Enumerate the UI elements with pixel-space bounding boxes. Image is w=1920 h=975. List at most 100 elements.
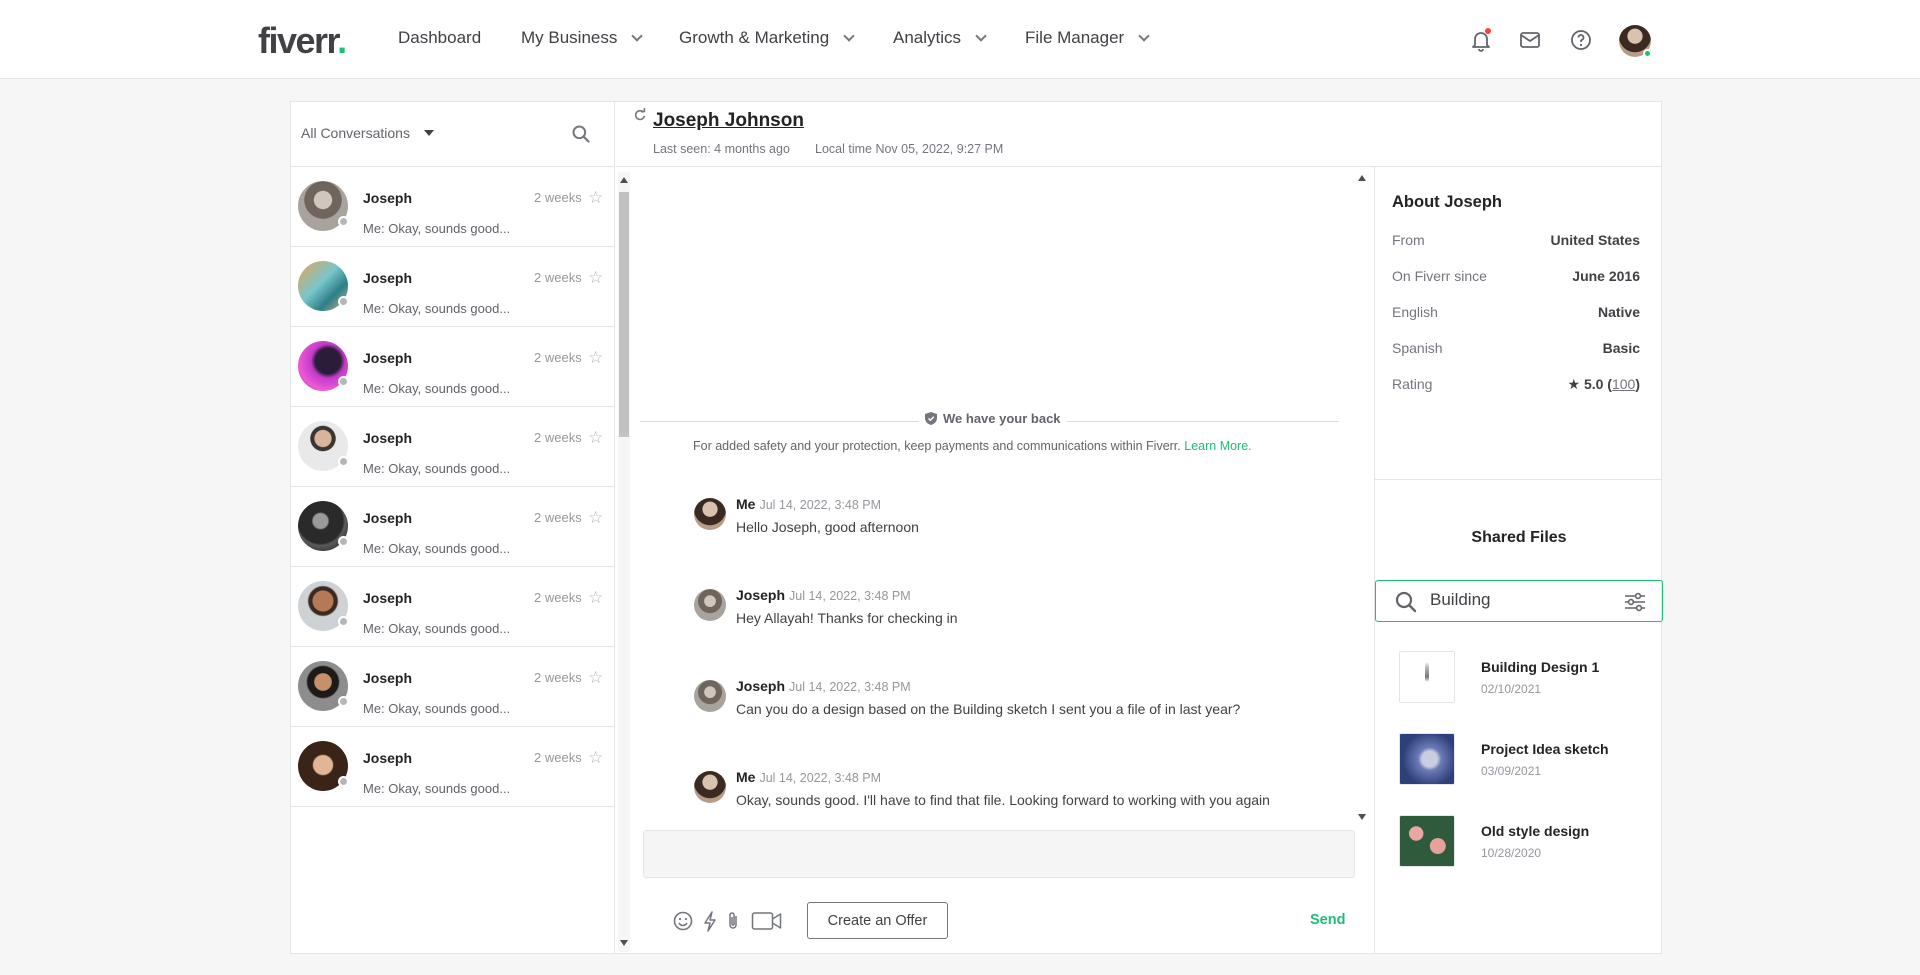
conversation-name: Joseph xyxy=(363,190,413,206)
avatar xyxy=(298,501,349,551)
top-navigation: fiverr. Dashboard My Business Growth & M… xyxy=(0,0,1920,79)
conversation-time: 2 weeks xyxy=(534,590,582,605)
nav-dashboard[interactable]: Dashboard xyxy=(398,28,481,48)
status-dot xyxy=(338,456,349,467)
conversation-item[interactable]: Joseph 2 weeks ☆ Me: Okay, sounds good..… xyxy=(291,247,614,327)
scroll-up-arrow-icon[interactable] xyxy=(620,177,628,183)
search-icon xyxy=(1395,591,1417,613)
fiverr-logo[interactable]: fiverr. xyxy=(258,20,347,62)
star-icon[interactable]: ☆ xyxy=(588,268,603,288)
conversation-item[interactable]: Joseph 2 weeks ☆ Me: Okay, sounds good..… xyxy=(291,567,614,647)
create-offer-button[interactable]: Create an Offer xyxy=(807,902,948,939)
quick-response-icon[interactable] xyxy=(699,910,721,932)
nav-file-manager[interactable]: File Manager xyxy=(1025,28,1150,48)
bell-icon[interactable] xyxy=(1469,28,1493,52)
conversation-item[interactable]: Joseph 2 weeks ☆ Me: Okay, sounds good..… xyxy=(291,727,614,807)
message-text: Hey Allayah! Thanks for checking in xyxy=(736,610,958,626)
conversation-name: Joseph xyxy=(363,590,413,606)
shared-files-title: Shared Files xyxy=(1471,529,1567,546)
learn-more-link[interactable]: Learn More. xyxy=(1184,439,1251,453)
conversation-preview: Me: Okay, sounds good... xyxy=(363,461,511,476)
message-sender: Joseph Jul 14, 2022, 3:48 PM xyxy=(736,678,911,694)
avatar xyxy=(298,741,349,791)
conversation-preview: Me: Okay, sounds good... xyxy=(363,381,511,396)
conversation-item[interactable]: Joseph 2 weeks ☆ Me: Okay, sounds good..… xyxy=(291,647,614,727)
last-seen-text: Last seen: 4 months ago xyxy=(653,142,790,156)
avatar xyxy=(298,261,349,311)
conversation-filter-dropdown[interactable]: All Conversations xyxy=(301,125,434,141)
status-dot xyxy=(338,536,349,547)
star-icon[interactable]: ☆ xyxy=(588,748,603,768)
nav-analytics[interactable]: Analytics xyxy=(893,28,987,48)
mail-icon[interactable] xyxy=(1518,28,1542,52)
file-thumbnail xyxy=(1399,651,1455,703)
scrollbar-thumb[interactable] xyxy=(619,192,629,437)
shared-files-search-input[interactable] xyxy=(1430,590,1600,610)
file-thumbnail xyxy=(1399,815,1455,867)
conversation-item[interactable]: Joseph 2 weeks ☆ Me: Okay, sounds good..… xyxy=(291,327,614,407)
message-input[interactable] xyxy=(643,830,1355,878)
nav-my-business[interactable]: My Business xyxy=(521,28,644,48)
conversation-time: 2 weeks xyxy=(534,350,582,365)
star-icon[interactable]: ☆ xyxy=(588,588,603,608)
local-time-text: Local time Nov 05, 2022, 9:27 PM xyxy=(815,142,1004,156)
help-icon[interactable] xyxy=(1569,28,1593,52)
status-dot xyxy=(338,376,349,387)
nav-growth-marketing[interactable]: Growth & Marketing xyxy=(679,28,855,48)
about-row-english: English Native xyxy=(1392,304,1640,320)
file-date: 02/10/2021 xyxy=(1481,682,1542,696)
file-thumbnail xyxy=(1399,733,1455,785)
message-sender: Me Jul 14, 2022, 3:48 PM xyxy=(736,769,882,785)
about-title: About Joseph xyxy=(1392,193,1502,211)
shared-file-item[interactable]: Building Design 1 02/10/2021 xyxy=(1399,651,1649,703)
inbox-panel: All Conversations Joseph 2 weeks ☆ Me: O… xyxy=(290,101,1663,954)
conversation-preview: Me: Okay, sounds good... xyxy=(363,701,511,716)
chevron-down-icon xyxy=(1138,29,1150,42)
scroll-down-arrow-icon[interactable] xyxy=(1358,814,1366,820)
avatar xyxy=(694,771,726,803)
messages-scrollbar[interactable] xyxy=(1356,172,1368,827)
refresh-icon[interactable] xyxy=(633,108,647,122)
status-dot xyxy=(338,616,349,627)
conversation-item[interactable]: Joseph 2 weeks ☆ Me: Okay, sounds good..… xyxy=(291,407,614,487)
contact-name-link[interactable]: Joseph Johnson xyxy=(653,110,804,132)
about-row-spanish: Spanish Basic xyxy=(1392,340,1640,356)
about-row-rating: Rating ★ 5.0 (100) xyxy=(1392,376,1640,392)
scroll-up-arrow-icon[interactable] xyxy=(1358,175,1366,181)
about-row-member-since: On Fiverr since June 2016 xyxy=(1392,268,1640,284)
shared-files-search xyxy=(1375,580,1663,622)
conversation-list: All Conversations Joseph 2 weeks ☆ Me: O… xyxy=(291,102,615,953)
star-filled-icon: ★ xyxy=(1567,376,1581,392)
star-icon[interactable]: ☆ xyxy=(588,668,603,688)
conversation-preview: Me: Okay, sounds good... xyxy=(363,301,511,316)
send-button[interactable]: Send xyxy=(1310,912,1345,928)
video-call-icon[interactable] xyxy=(751,910,783,932)
conversation-item[interactable]: Joseph 2 weeks ☆ Me: Okay, sounds good..… xyxy=(291,487,614,567)
star-icon[interactable]: ☆ xyxy=(588,348,603,368)
conversation-item[interactable]: Joseph 2 weeks ☆ Me: Okay, sounds good..… xyxy=(291,167,614,247)
search-icon[interactable] xyxy=(571,124,591,144)
filter-sliders-icon[interactable] xyxy=(1624,592,1646,612)
attachment-icon[interactable] xyxy=(722,910,744,932)
avatar xyxy=(298,581,349,631)
star-icon[interactable]: ☆ xyxy=(588,508,603,528)
conversation-preview: Me: Okay, sounds good... xyxy=(363,541,511,556)
emoji-icon[interactable] xyxy=(672,910,694,932)
rating-count-link[interactable]: 100 xyxy=(1612,376,1635,392)
conversation-time: 2 weeks xyxy=(534,190,582,205)
star-icon[interactable]: ☆ xyxy=(588,188,603,208)
chevron-down-icon xyxy=(843,29,855,42)
scroll-down-arrow-icon[interactable] xyxy=(620,940,628,946)
avatar xyxy=(694,680,726,712)
conversation-name: Joseph xyxy=(363,270,413,286)
shared-file-item[interactable]: Project Idea sketch 03/09/2021 xyxy=(1399,733,1649,785)
user-avatar[interactable] xyxy=(1619,25,1652,58)
status-dot xyxy=(338,216,349,227)
about-row-from: From United States xyxy=(1392,232,1640,248)
conversation-scrollbar[interactable] xyxy=(618,172,630,952)
online-status-dot xyxy=(1643,49,1652,58)
rating-value: 5.0 xyxy=(1583,376,1604,392)
message-text: Can you do a design based on the Buildin… xyxy=(736,701,1241,717)
star-icon[interactable]: ☆ xyxy=(588,428,603,448)
shared-file-item[interactable]: Old style design 10/28/2020 xyxy=(1399,815,1649,867)
